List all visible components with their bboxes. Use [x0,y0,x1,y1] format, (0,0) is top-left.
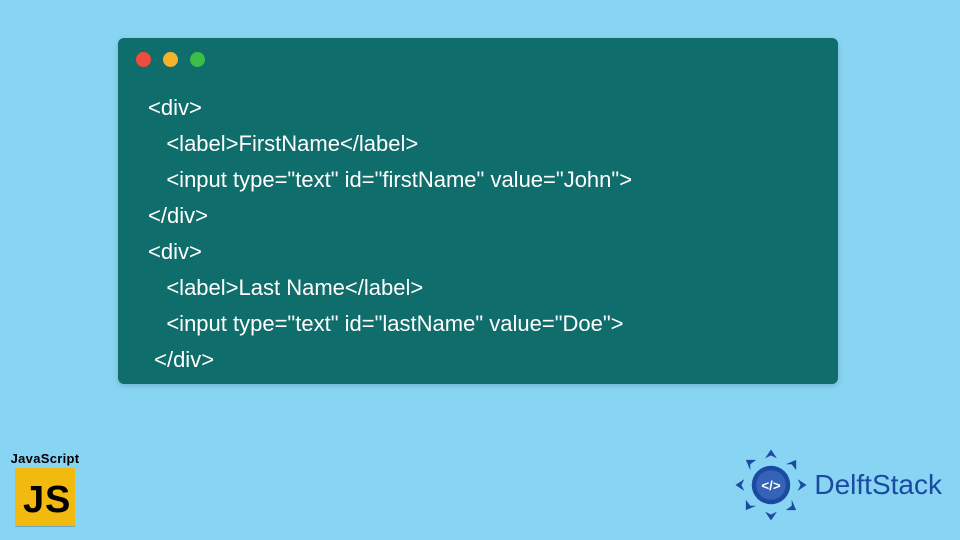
js-icon: J S [15,468,75,526]
minimize-icon [163,52,178,67]
delftstack-name: DelftStack [814,469,942,501]
close-icon [136,52,151,67]
code-block: <div> <label>FirstName</label> <input ty… [148,90,818,378]
code-tag-glyph: </> [762,478,781,493]
window-traffic-lights [136,52,205,67]
delftstack-icon: </> [734,448,808,522]
delftstack-logo: </> DelftStack [734,448,942,522]
javascript-label: JavaScript [6,451,84,466]
code-window: <div> <label>FirstName</label> <input ty… [118,38,838,384]
zoom-icon [190,52,205,67]
javascript-badge: JavaScript J S [6,451,84,526]
